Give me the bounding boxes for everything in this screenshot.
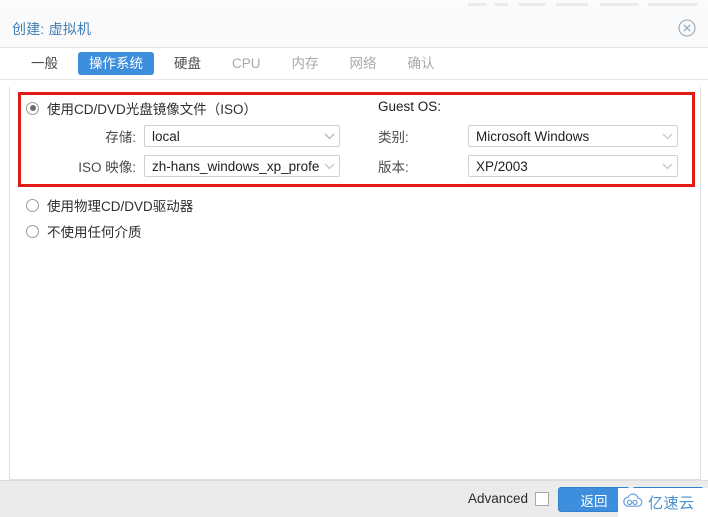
radio-iso-label: 使用CD/DVD光盘镜像文件（ISO） — [47, 102, 258, 117]
os-version-select[interactable]: XP/2003 — [468, 155, 678, 177]
create-vm-dialog: 创建: 虚拟机 一般 操作系统 硬盘 CPU 内存 网络 确认 使用CD/DVD… — [0, 9, 708, 517]
advanced-toggle[interactable]: Advanced — [468, 491, 549, 506]
radio-no-media-indicator[interactable] — [26, 224, 39, 238]
storage-label: 存储: — [105, 130, 136, 145]
dialog-title: 创建: 虚拟机 — [12, 21, 92, 37]
watermark: 亿速云 — [618, 488, 708, 517]
tab-network[interactable]: 网络 — [339, 52, 388, 75]
dialog-footer: Advanced 返回 下一步 — [0, 480, 708, 517]
field-row-os-type: 类别: Microsoft Windows — [378, 125, 678, 147]
storage-select-value: local — [152, 128, 180, 144]
chevron-down-icon — [319, 163, 339, 170]
advanced-checkbox[interactable] — [535, 491, 549, 506]
top-strip-ghost-row — [468, 3, 698, 6]
cloud-logo-icon — [622, 493, 644, 512]
os-type-label: 类别: — [378, 130, 409, 145]
wizard-tabs: 一般 操作系统 硬盘 CPU 内存 网络 确认 — [20, 48, 455, 79]
iso-image-select-value: zh-hans_windows_xp_professi — [152, 158, 319, 174]
tab-memory[interactable]: 内存 — [281, 52, 330, 75]
tab-general[interactable]: 一般 — [20, 52, 69, 75]
iso-image-select[interactable]: zh-hans_windows_xp_professi — [144, 155, 340, 177]
tab-cpu[interactable]: CPU — [221, 52, 272, 75]
guest-os-heading: Guest OS: — [378, 99, 442, 114]
field-row-iso-image: ISO 映像: zh-hans_windows_xp_professi — [26, 155, 340, 177]
chevron-down-icon — [319, 133, 339, 140]
radio-option-no-media[interactable]: 不使用任何介质 — [26, 221, 142, 241]
advanced-label: Advanced — [467, 491, 528, 506]
field-row-os-version: 版本: XP/2003 — [378, 155, 678, 177]
tab-harddisk[interactable]: 硬盘 — [163, 52, 212, 75]
radio-iso-indicator[interactable] — [26, 101, 39, 115]
dialog-content-panel: 使用CD/DVD光盘镜像文件（ISO） 存储: local ISO 映像: zh… — [9, 87, 701, 480]
watermark-text: 亿速云 — [648, 494, 695, 512]
wizard-tabbar: 一般 操作系统 硬盘 CPU 内存 网络 确认 — [0, 48, 708, 80]
os-type-select[interactable]: Microsoft Windows — [468, 125, 678, 147]
tab-confirm[interactable]: 确认 — [397, 52, 446, 75]
dialog-titlebar: 创建: 虚拟机 — [0, 9, 708, 48]
radio-physical-drive-indicator[interactable] — [26, 198, 39, 212]
storage-select[interactable]: local — [144, 125, 340, 147]
field-row-storage: 存储: local — [26, 125, 340, 147]
radio-option-iso[interactable]: 使用CD/DVD光盘镜像文件（ISO） — [26, 98, 257, 118]
os-version-label: 版本: — [378, 160, 409, 175]
close-icon[interactable] — [676, 17, 698, 39]
os-type-select-value: Microsoft Windows — [476, 128, 590, 144]
os-version-select-value: XP/2003 — [476, 158, 528, 174]
radio-no-media-label: 不使用任何介质 — [47, 225, 142, 240]
radio-option-physical-drive[interactable]: 使用物理CD/DVD驱动器 — [26, 195, 193, 215]
chevron-down-icon — [657, 133, 677, 140]
os-settings-form: 使用CD/DVD光盘镜像文件（ISO） 存储: local ISO 映像: zh… — [10, 87, 700, 479]
radio-physical-drive-label: 使用物理CD/DVD驱动器 — [47, 199, 194, 214]
chevron-down-icon — [657, 163, 677, 170]
tab-os[interactable]: 操作系统 — [78, 52, 154, 75]
iso-image-label: ISO 映像: — [78, 160, 136, 175]
